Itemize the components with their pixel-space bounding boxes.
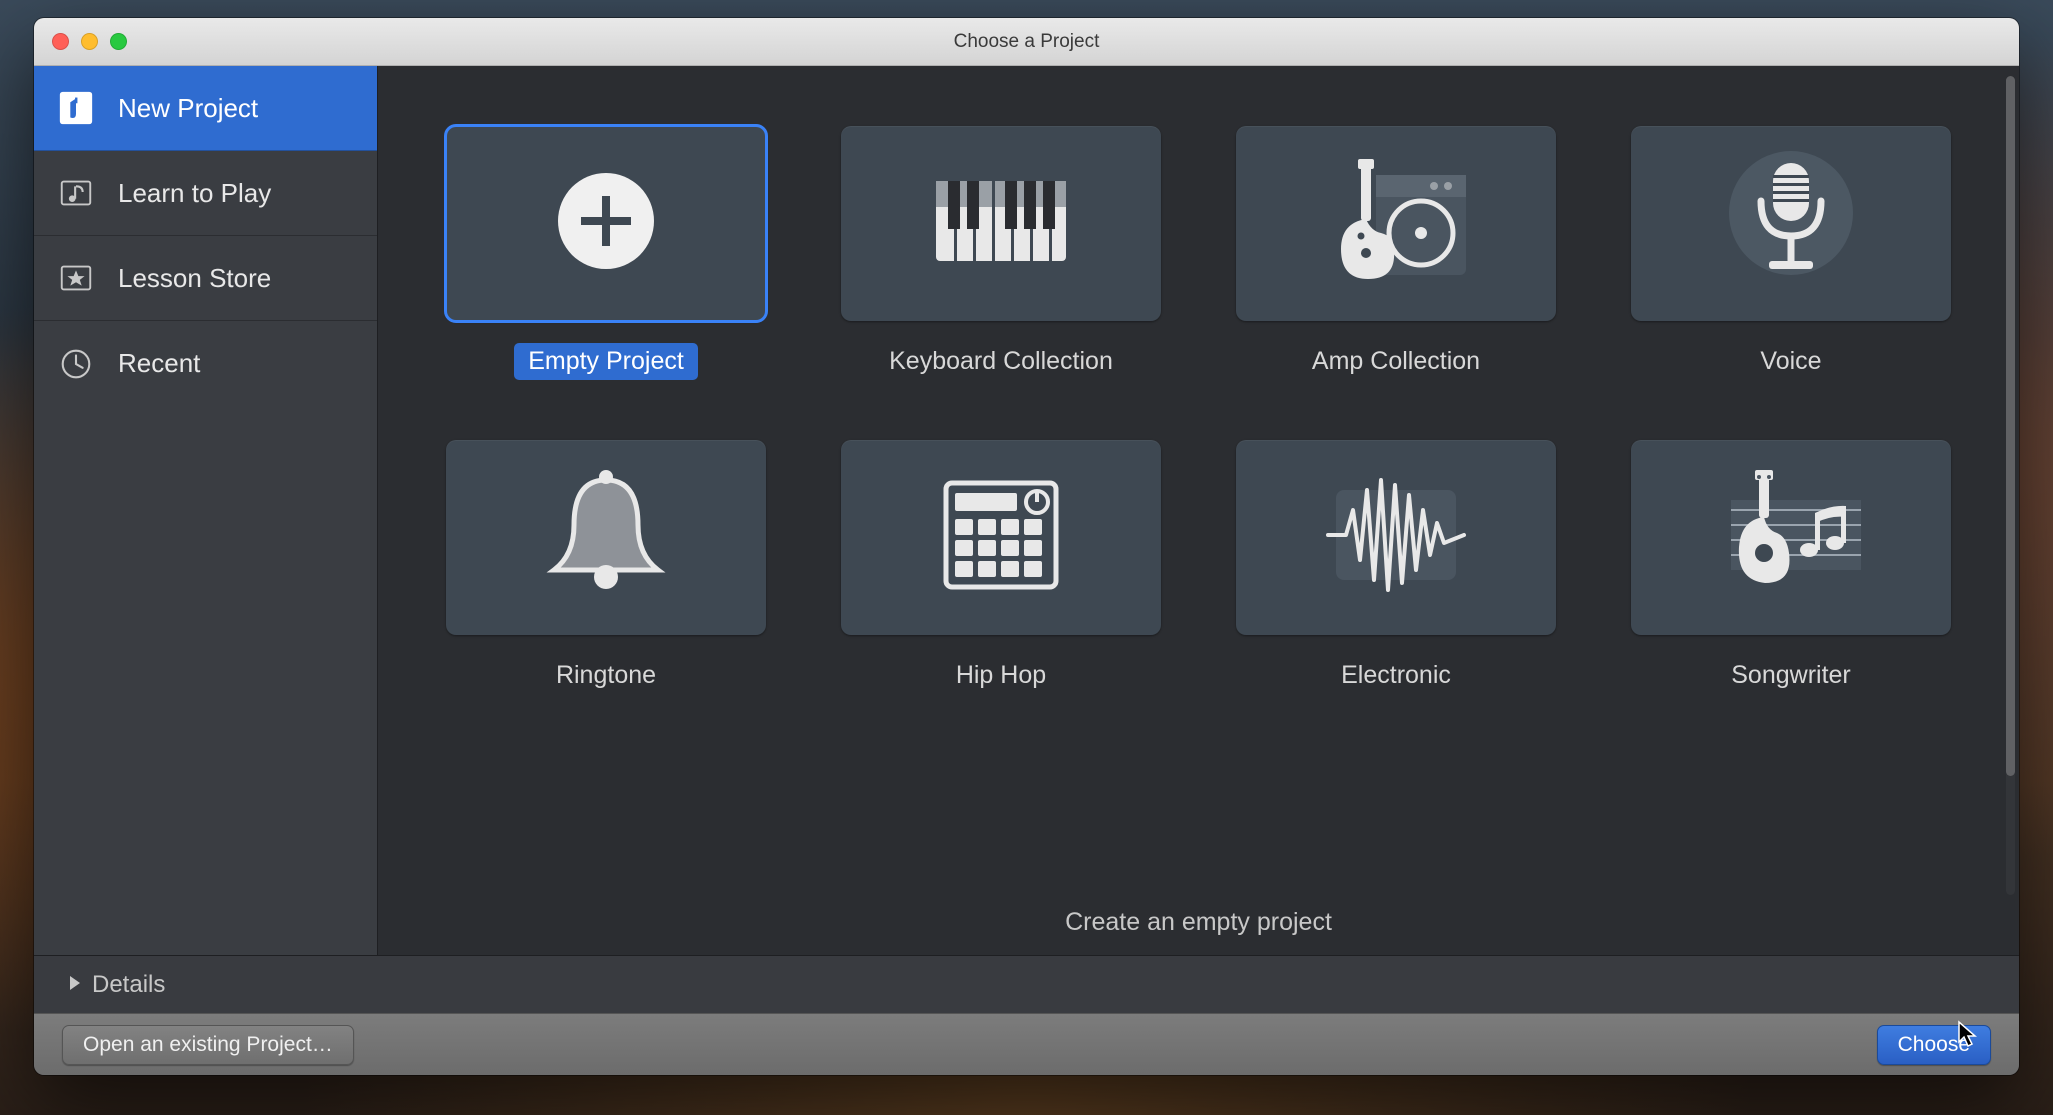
template-electronic[interactable]: Electronic (1229, 440, 1564, 694)
chevron-right-icon (68, 971, 82, 999)
main-area: Empty Project Keyboard Collection (378, 66, 2019, 955)
waveform-icon (1306, 455, 1486, 620)
sidebar-item-lesson-store[interactable]: Lesson Store (34, 236, 377, 321)
star-icon (56, 258, 96, 298)
template-label: Amp Collection (1298, 343, 1494, 380)
microphone-icon (1701, 141, 1881, 306)
sidebar-item-label: Learn to Play (118, 178, 271, 209)
template-tile[interactable] (841, 126, 1161, 321)
template-songwriter[interactable]: Songwriter (1624, 440, 1959, 694)
window-controls (34, 33, 127, 50)
template-tile[interactable] (446, 126, 766, 321)
sidebar-item-label: Lesson Store (118, 263, 271, 294)
open-existing-button[interactable]: Open an existing Project… (62, 1025, 354, 1065)
template-tile[interactable] (446, 440, 766, 635)
close-window-button[interactable] (52, 33, 69, 50)
template-tile[interactable] (1631, 126, 1951, 321)
sidebar-item-recent[interactable]: Recent (34, 321, 377, 406)
template-voice[interactable]: Voice (1624, 126, 1959, 380)
template-tile[interactable] (1631, 440, 1951, 635)
music-note-icon (56, 173, 96, 213)
sidebar: New Project Learn to Play Lesson Store R… (34, 66, 378, 955)
template-label: Empty Project (514, 343, 698, 380)
footer-bar: Open an existing Project… Choose (34, 1013, 2019, 1075)
choose-label: Choose (1898, 1033, 1970, 1057)
template-grid: Empty Project Keyboard Collection (439, 126, 1959, 694)
template-hip-hop[interactable]: Hip Hop (834, 440, 1169, 694)
template-label: Voice (1746, 343, 1835, 380)
template-tile[interactable] (1236, 126, 1556, 321)
minimize-window-button[interactable] (81, 33, 98, 50)
template-scroll: Empty Project Keyboard Collection (378, 66, 2019, 894)
body-area: New Project Learn to Play Lesson Store R… (34, 66, 2019, 955)
guitar-doc-icon (56, 88, 96, 128)
template-empty-project[interactable]: Empty Project (439, 126, 774, 380)
scrollbar-thumb[interactable] (2006, 76, 2015, 776)
template-ringtone[interactable]: Ringtone (439, 440, 774, 694)
plus-icon (516, 141, 696, 306)
template-label: Hip Hop (942, 657, 1060, 694)
amp-guitar-icon (1306, 141, 1486, 306)
template-label: Keyboard Collection (875, 343, 1127, 380)
template-tile[interactable] (841, 440, 1161, 635)
template-amp-collection[interactable]: Amp Collection (1229, 126, 1564, 380)
guitar-notes-icon (1701, 455, 1881, 620)
drum-machine-icon (911, 455, 1091, 620)
sidebar-item-label: Recent (118, 348, 200, 379)
sidebar-item-label: New Project (118, 93, 258, 124)
choose-button[interactable]: Choose (1877, 1025, 1991, 1065)
scrollbar[interactable] (2006, 76, 2015, 895)
sidebar-item-new-project[interactable]: New Project (34, 66, 377, 151)
template-label: Songwriter (1717, 657, 1865, 694)
template-tile[interactable] (1236, 440, 1556, 635)
details-disclosure[interactable]: Details (34, 955, 2019, 1013)
keyboard-icon (911, 141, 1091, 306)
bell-icon (516, 455, 696, 620)
details-label: Details (92, 971, 165, 999)
open-existing-label: Open an existing Project… (83, 1033, 333, 1057)
template-description: Create an empty project (378, 894, 2019, 955)
maximize-window-button[interactable] (110, 33, 127, 50)
template-label: Electronic (1327, 657, 1465, 694)
titlebar: Choose a Project (34, 18, 2019, 66)
template-keyboard-collection[interactable]: Keyboard Collection (834, 126, 1169, 380)
template-label: Ringtone (542, 657, 670, 694)
project-chooser-window: Choose a Project New Project Learn to Pl… (34, 18, 2019, 1075)
sidebar-item-learn-to-play[interactable]: Learn to Play (34, 151, 377, 236)
window-title: Choose a Project (34, 31, 2019, 53)
clock-icon (56, 344, 96, 384)
